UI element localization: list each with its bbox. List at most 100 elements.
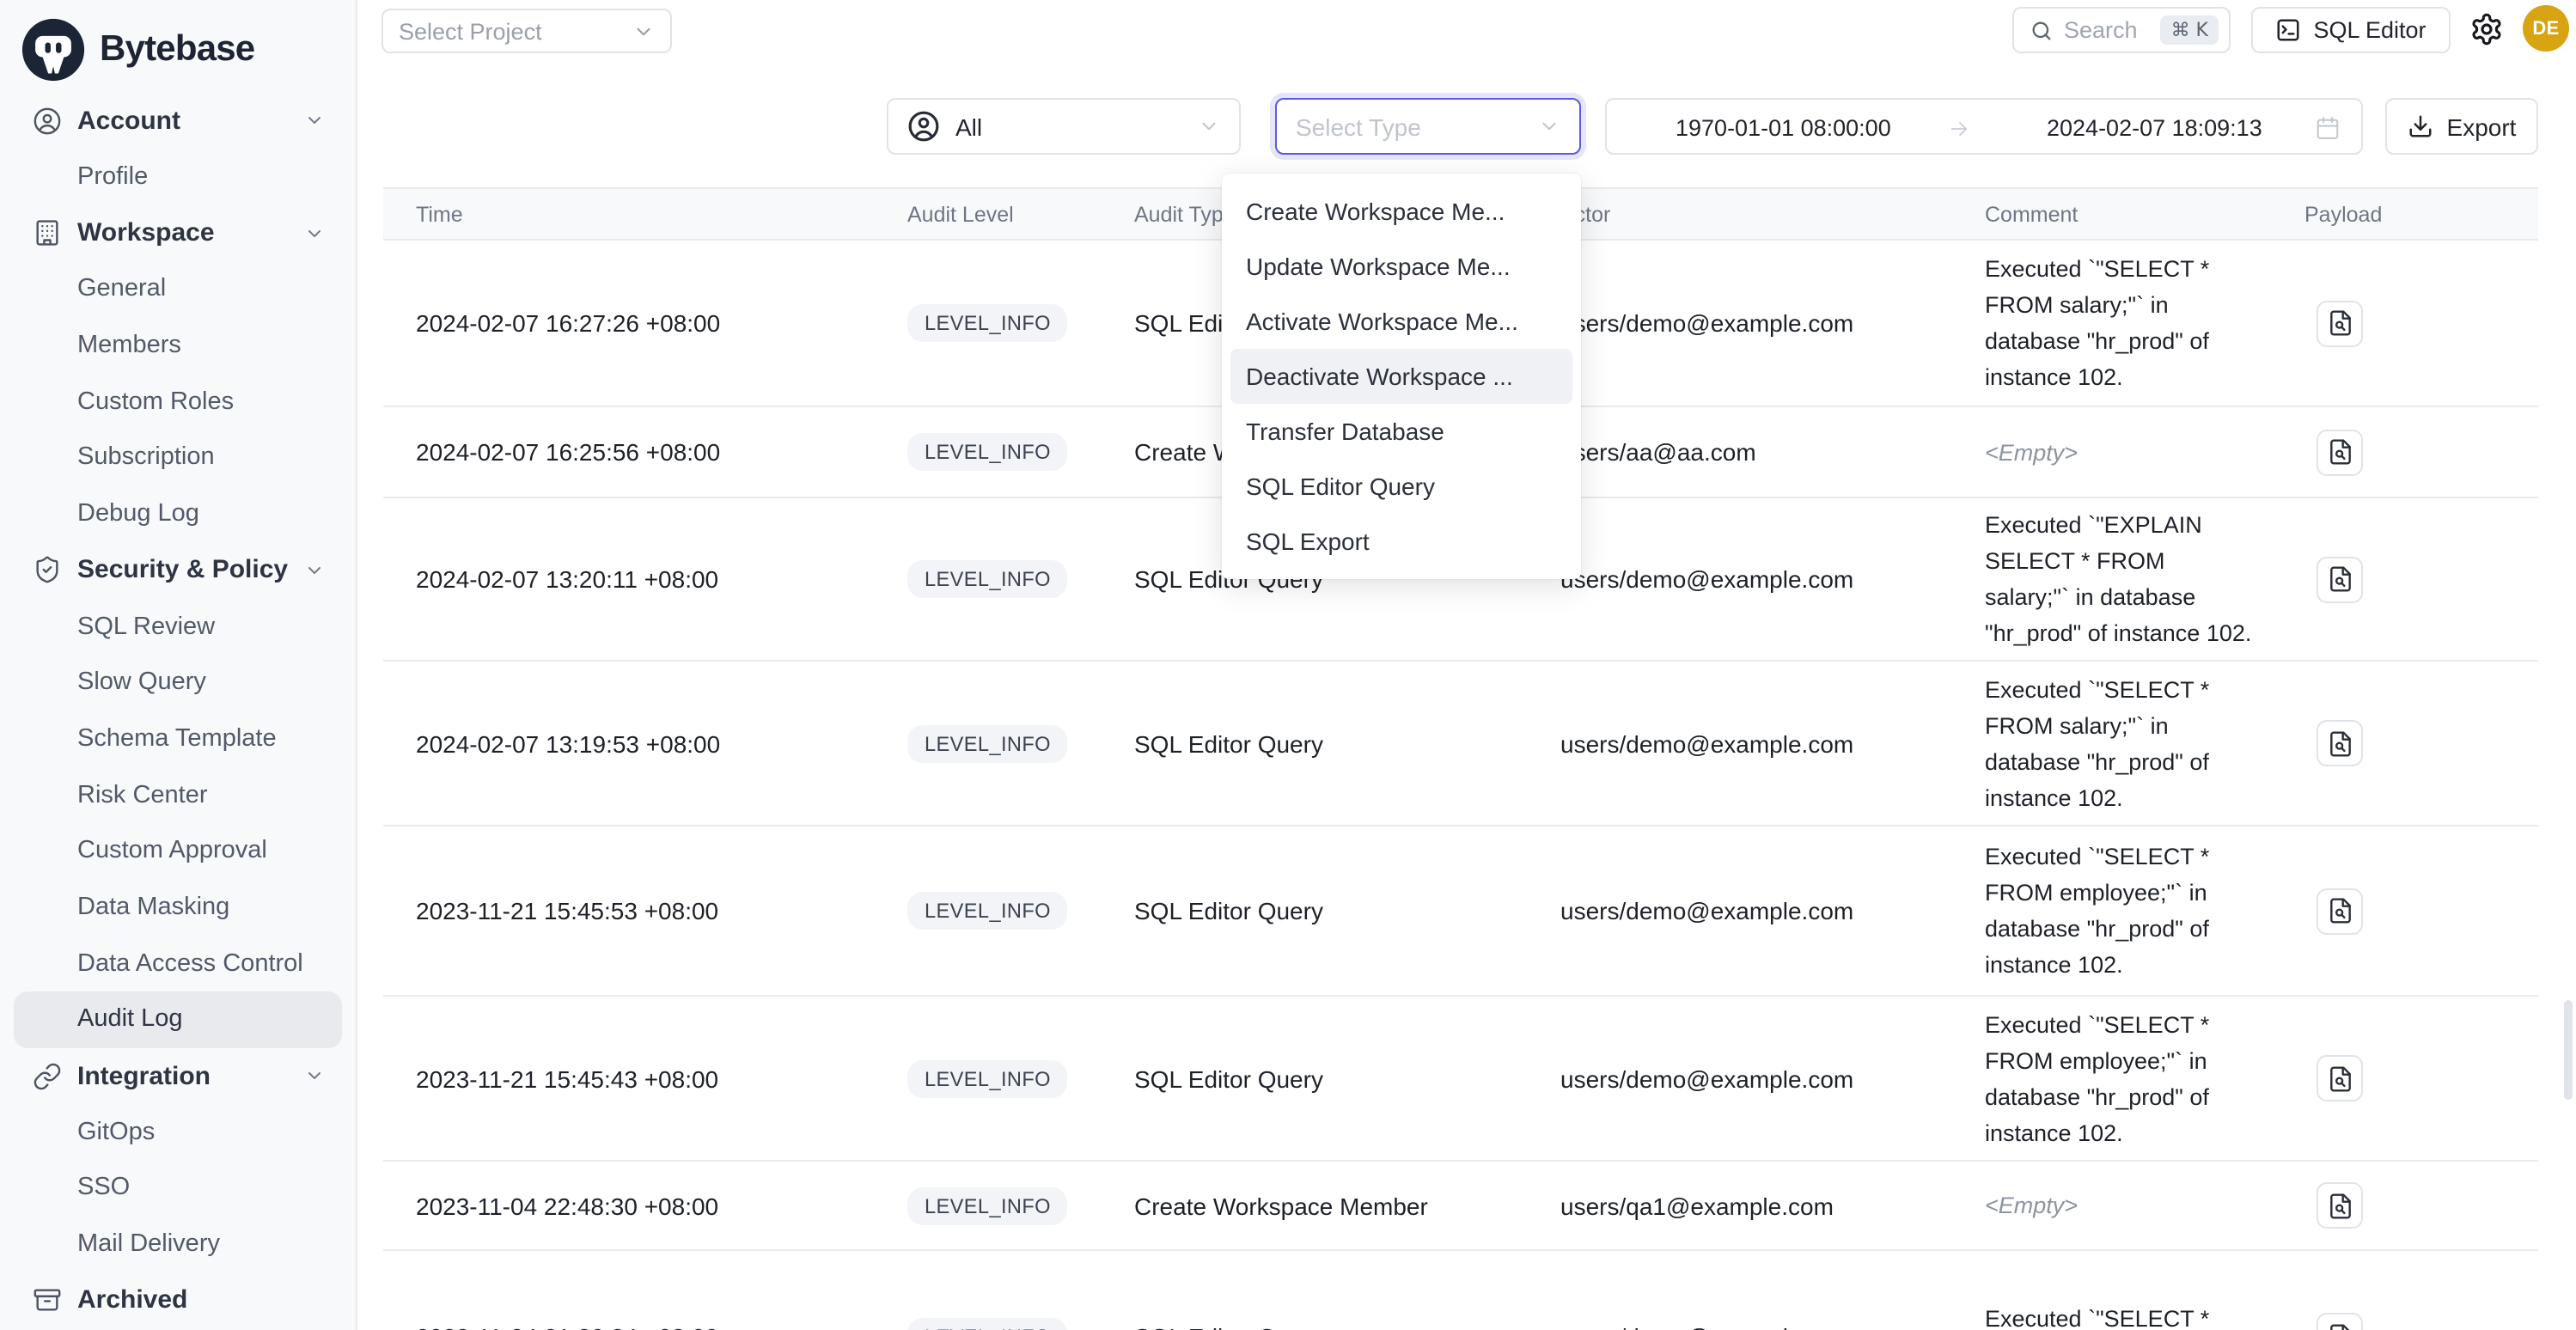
sidebar-item-sso[interactable]: SSO <box>14 1160 342 1216</box>
audit-level-badge: LEVEL_INFO <box>907 1187 1068 1224</box>
sidebar-item-audit-log[interactable]: Audit Log <box>14 991 342 1047</box>
file-search-icon <box>2326 438 2353 466</box>
file-search-icon <box>2326 565 2353 593</box>
actor-filter-select[interactable]: All <box>887 98 1241 155</box>
sidebar-item-sql-review[interactable]: SQL Review <box>14 598 342 654</box>
chevron-down-icon <box>304 560 325 581</box>
payload-view-button[interactable] <box>2317 1313 2363 1330</box>
calendar-icon <box>2315 100 2341 156</box>
audit-level-badge: LEVEL_INFO <box>907 1059 1068 1097</box>
user-circle-icon <box>907 110 940 143</box>
sidebar-item-data-access-control[interactable]: Data Access Control <box>14 936 342 991</box>
building-icon <box>33 218 62 247</box>
cell-actor: users/demo@example.com <box>1560 729 1985 757</box>
type-filter-select[interactable]: Select Type <box>1275 98 1581 155</box>
payload-view-button[interactable] <box>2317 556 2363 602</box>
cell-comment: <Empty> <box>1985 1187 2253 1223</box>
col-header-actor: Actor <box>1560 202 1985 226</box>
file-search-icon <box>2326 1065 2353 1092</box>
cell-actor: users/demo@example.com <box>1560 309 1985 337</box>
cell-comment: Executed `"SELECT * FROM salary;"` in da… <box>1985 251 2253 395</box>
table-row: 2023-11-04 21:26:24 +08:00 LEVEL_INFO SQ… <box>383 1251 2538 1330</box>
sidebar-item-general[interactable]: General <box>14 261 342 317</box>
cell-time: 2024-02-07 16:25:56 +08:00 <box>383 438 907 466</box>
cell-comment: Executed `"SELECT * FROM employee;"` in … <box>1985 839 2253 983</box>
date-end-value[interactable]: 2024-02-07 18:09:13 <box>2047 100 2262 156</box>
app-window: Bytebase Account Profile Workspace <box>0 0 2576 1330</box>
cell-comment: <Empty> <box>1985 434 2253 470</box>
cell-audit-type: SQL Editor Query <box>1134 1322 1560 1330</box>
payload-view-button[interactable] <box>2317 1182 2363 1229</box>
date-range-picker[interactable]: 1970-01-01 08:00:00 2024-02-07 18:09:13 <box>1605 98 2363 155</box>
col-header-payload: Payload <box>2304 202 2538 226</box>
file-search-icon <box>2326 897 2353 924</box>
col-header-audit-level: Audit Level <box>907 202 1134 226</box>
sidebar-item-account[interactable]: Account <box>14 93 342 149</box>
payload-view-button[interactable] <box>2317 300 2363 346</box>
sidebar-item-custom-approval[interactable]: Custom Approval <box>14 823 342 879</box>
search-input[interactable]: Search ⌘ K <box>2012 7 2231 53</box>
chevron-down-icon <box>632 20 655 42</box>
chevron-down-icon <box>304 1065 325 1086</box>
payload-view-button[interactable] <box>2317 888 2363 934</box>
audit-level-badge: LEVEL_INFO <box>907 892 1068 930</box>
cell-audit-type: SQL Editor Query <box>1134 729 1560 757</box>
sidebar-item-slow-query[interactable]: Slow Query <box>14 655 342 711</box>
sidebar-item-schema-template[interactable]: Schema Template <box>14 711 342 766</box>
dropdown-option-transfer-database[interactable]: Transfer Database <box>1230 404 1572 459</box>
brand-wordmark: Bytebase <box>100 29 254 70</box>
audit-level-badge: LEVEL_INFO <box>907 433 1068 471</box>
cell-time: 2023-11-21 15:45:53 +08:00 <box>383 897 907 924</box>
dropdown-option-sql-editor-query[interactable]: SQL Editor Query <box>1230 459 1572 514</box>
col-header-time: Time <box>383 202 907 226</box>
sidebar-item-mail-delivery[interactable]: Mail Delivery <box>14 1217 342 1272</box>
sidebar-item-members[interactable]: Members <box>14 318 342 374</box>
sidebar-item-custom-roles[interactable]: Custom Roles <box>14 374 342 430</box>
brand-logo[interactable]: Bytebase <box>0 0 356 86</box>
payload-view-button[interactable] <box>2317 429 2363 475</box>
sidebar-item-data-masking[interactable]: Data Masking <box>14 879 342 935</box>
type-filter-placeholder: Select Type <box>1296 113 1421 140</box>
audit-level-badge: LEVEL_INFO <box>907 304 1068 342</box>
sidebar-item-risk-center[interactable]: Risk Center <box>14 767 342 823</box>
project-select[interactable]: Select Project <box>382 9 672 53</box>
sql-editor-button[interactable]: SQL Editor <box>2251 7 2451 53</box>
dropdown-option-deactivate-workspace-member[interactable]: Deactivate Workspace ... <box>1230 349 1572 404</box>
file-search-icon <box>2326 1192 2353 1219</box>
link-icon <box>33 1061 62 1090</box>
gear-icon[interactable] <box>2469 12 2504 46</box>
download-icon <box>2408 113 2433 139</box>
sidebar-item-profile[interactable]: Profile <box>14 149 342 204</box>
dropdown-option-activate-workspace-member[interactable]: Activate Workspace Me... <box>1230 294 1572 349</box>
cell-comment: Executed `"SELECT * FROM department;"` i… <box>1985 1300 2253 1330</box>
search-icon <box>2030 18 2054 42</box>
sidebar-item-debug-log[interactable]: Debug Log <box>14 486 342 542</box>
actor-filter-value: All <box>955 113 982 140</box>
dropdown-option-sql-export[interactable]: SQL Export <box>1230 514 1572 569</box>
sidebar-item-subscription[interactable]: Subscription <box>14 430 342 485</box>
sidebar-item-gitops[interactable]: GitOps <box>14 1104 342 1160</box>
sidebar-item-archived[interactable]: Archived <box>14 1272 342 1328</box>
cell-time: 2024-02-07 16:27:26 +08:00 <box>383 309 907 337</box>
sidebar: Bytebase Account Profile Workspace <box>0 0 357 1330</box>
avatar[interactable]: DE <box>2523 5 2569 52</box>
sidebar-item-workspace[interactable]: Workspace <box>14 205 342 261</box>
payload-view-button[interactable] <box>2317 1055 2363 1101</box>
export-button[interactable]: Export <box>2385 98 2538 155</box>
file-search-icon <box>2326 1322 2353 1330</box>
cell-comment: Executed `"SELECT * FROM salary;"` in da… <box>1985 671 2253 815</box>
file-search-icon <box>2326 729 2353 757</box>
file-search-icon <box>2326 309 2353 337</box>
dropdown-option-create-workspace-member[interactable]: Create Workspace Me... <box>1230 184 1572 239</box>
cell-time: 2023-11-04 21:26:24 +08:00 <box>383 1322 907 1330</box>
sidebar-item-security-policy[interactable]: Security & Policy <box>14 542 342 598</box>
sidebar-item-integration[interactable]: Integration <box>14 1047 342 1103</box>
chevron-down-icon <box>304 223 325 243</box>
payload-view-button[interactable] <box>2317 720 2363 766</box>
cell-audit-type: Create Workspace Member <box>1134 1192 1560 1219</box>
date-start-value[interactable]: 1970-01-01 08:00:00 <box>1676 100 1891 156</box>
user-circle-icon <box>33 107 62 136</box>
audit-level-badge: LEVEL_INFO <box>907 1317 1068 1330</box>
dropdown-option-update-workspace-member[interactable]: Update Workspace Me... <box>1230 239 1572 294</box>
scrollbar-thumb[interactable] <box>2564 1000 2573 1100</box>
